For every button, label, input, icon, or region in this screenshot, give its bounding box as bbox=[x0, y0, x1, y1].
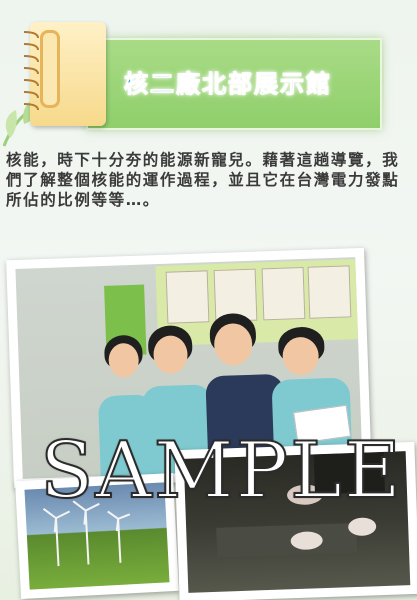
intro-paragraph: 核能，時下十分夯的能源新寵兒。藉著這趟導覽，我們了解整個核能的運作過程，並且它在… bbox=[6, 151, 400, 209]
page-title: 核二廠北部展示館 bbox=[124, 70, 332, 99]
exhibit-tile bbox=[165, 270, 210, 324]
exhibit-tile bbox=[261, 266, 306, 321]
sample-watermark: SAMPLE bbox=[39, 425, 403, 517]
spiral-binding-icon bbox=[23, 31, 39, 111]
paperclip-icon bbox=[40, 30, 60, 108]
exhibit-tile bbox=[307, 265, 352, 319]
page: 核二廠北部展示館 核能，時下十分夯的能源新寵兒。藉著這趟導覽，我們了解整個核能的… bbox=[0, 0, 417, 600]
